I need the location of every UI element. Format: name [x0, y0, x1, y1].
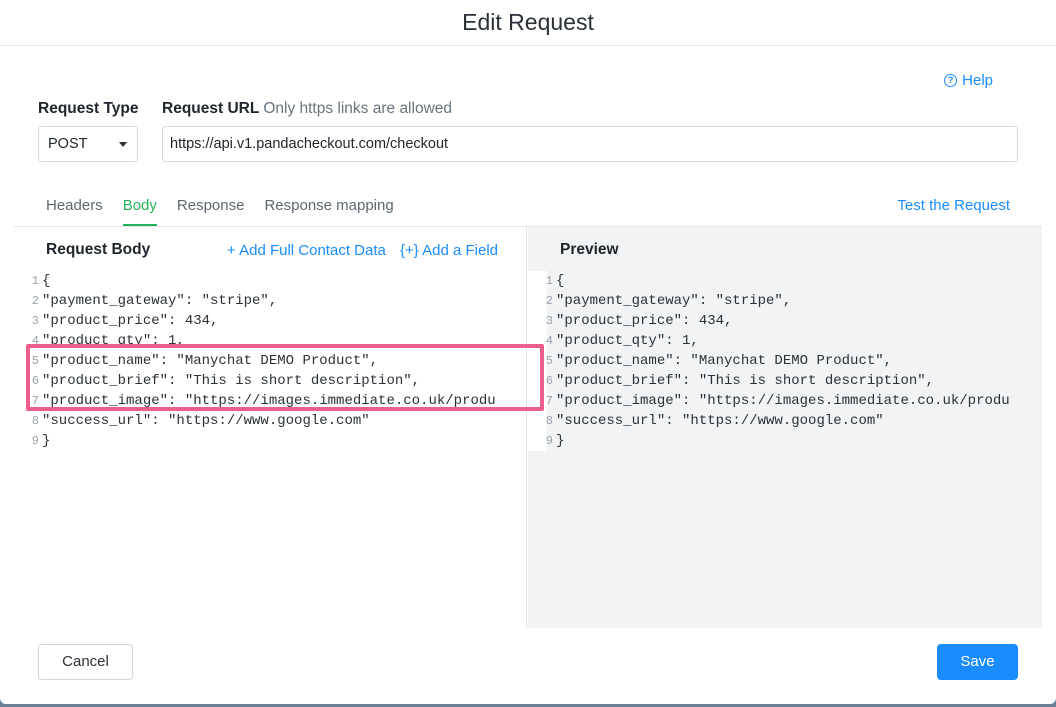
request-tabs: Headers Body Response Response mapping [46, 190, 414, 226]
code-text: { [556, 273, 565, 289]
tab-response-mapping[interactable]: Response mapping [264, 190, 393, 226]
caret-down-icon [119, 142, 127, 147]
help-circle-icon: ? [944, 74, 958, 87]
request-url-label: Request URL Only https links are allowed [162, 100, 452, 118]
code-text: "product_name": "Manychat DEMO Product", [556, 353, 893, 369]
highlight-box [26, 344, 544, 411]
line-number: 3 [31, 314, 39, 328]
code-text: { [42, 273, 51, 289]
code-text: "product_price": 434, [556, 313, 733, 329]
edit-request-modal: Edit Request ? Help Request Type Request… [0, 0, 1056, 704]
request-url-label-text: Request URL [162, 100, 260, 117]
code-line: 6 "product_brief": "This is short descrip… [538, 371, 1042, 391]
code-text: "product_image": "https://images.immedia… [556, 393, 1010, 409]
code-text: "success_url": "https://www.google.com" [556, 413, 884, 429]
code-text: } [42, 433, 51, 449]
code-text: "product_qty": 1, [556, 333, 699, 349]
request-type-label: Request Type [38, 100, 139, 117]
code-line: 8 "success_url": "https://www.google.com" [538, 411, 1042, 431]
request-type-value: POST [48, 136, 88, 152]
line-number: 8 [545, 414, 553, 428]
test-request-link[interactable]: Test the Request [897, 197, 1010, 214]
code-text: "product_brief": "This is short descript… [556, 373, 935, 389]
line-number: 3 [545, 314, 553, 328]
line-number: 1 [545, 274, 553, 288]
request-body-pane: Request Body + Add Full Contact Data {+}… [14, 227, 527, 628]
help-label: Help [962, 72, 993, 89]
code-line: 1{ [538, 271, 1042, 291]
code-text: "payment_gateway": "stripe", [42, 293, 278, 309]
request-url-note: Only https links are allowed [263, 100, 452, 117]
line-number: 2 [31, 294, 39, 308]
preview-pane: Preview 1{2 "payment_gateway": "stripe", 3… [528, 227, 1042, 628]
line-number: 2 [545, 294, 553, 308]
request-body-title: Request Body [46, 241, 151, 258]
preview-code: 1{2 "payment_gateway": "stripe", 3 "product… [538, 271, 1042, 451]
line-number: 8 [31, 414, 39, 428]
add-full-contact-link[interactable]: + Add Full Contact Data [227, 242, 386, 259]
code-line: 2 "payment_gateway": "stripe", [538, 291, 1042, 311]
help-link[interactable]: ? Help [944, 72, 993, 89]
line-number: 1 [31, 274, 39, 288]
save-button[interactable]: Save [937, 644, 1018, 680]
cancel-button[interactable]: Cancel [38, 644, 133, 680]
tab-response[interactable]: Response [177, 190, 245, 226]
code-text: "success_url": "https://www.google.com" [42, 413, 370, 429]
line-number: 9 [31, 434, 39, 448]
code-line: 9} [538, 431, 1042, 451]
tab-headers[interactable]: Headers [46, 190, 103, 226]
code-line: 3 "product_price": 434, [24, 311, 527, 331]
code-line: 7 "product_image": "https://images.immedi… [538, 391, 1042, 411]
modal-title: Edit Request [462, 9, 594, 35]
preview-title: Preview [560, 241, 619, 258]
code-line: 2 "payment_gateway": "stripe", [24, 291, 527, 311]
code-line: 5 "product_name": "Manychat DEMO Product"… [538, 351, 1042, 371]
code-line: 8 "success_url": "https://www.google.com" [24, 411, 527, 431]
modal-header: Edit Request [0, 0, 1056, 46]
code-line: 1{ [24, 271, 527, 291]
body-panes: Request Body + Add Full Contact Data {+}… [14, 226, 1042, 628]
request-type-select[interactable]: POST [38, 126, 138, 162]
code-text: } [556, 433, 565, 449]
tab-body[interactable]: Body [122, 190, 158, 226]
code-line: 9} [24, 431, 527, 451]
add-field-link[interactable]: {+} Add a Field [400, 242, 498, 259]
code-line: 4 "product_qty": 1, [538, 331, 1042, 351]
request-url-input[interactable]: https://api.v1.pandacheckout.com/checkou… [162, 126, 1018, 162]
code-text: "product_price": 434, [42, 313, 219, 329]
code-line: 3 "product_price": 434, [538, 311, 1042, 331]
code-text: "payment_gateway": "stripe", [556, 293, 792, 309]
line-number: 9 [545, 434, 553, 448]
